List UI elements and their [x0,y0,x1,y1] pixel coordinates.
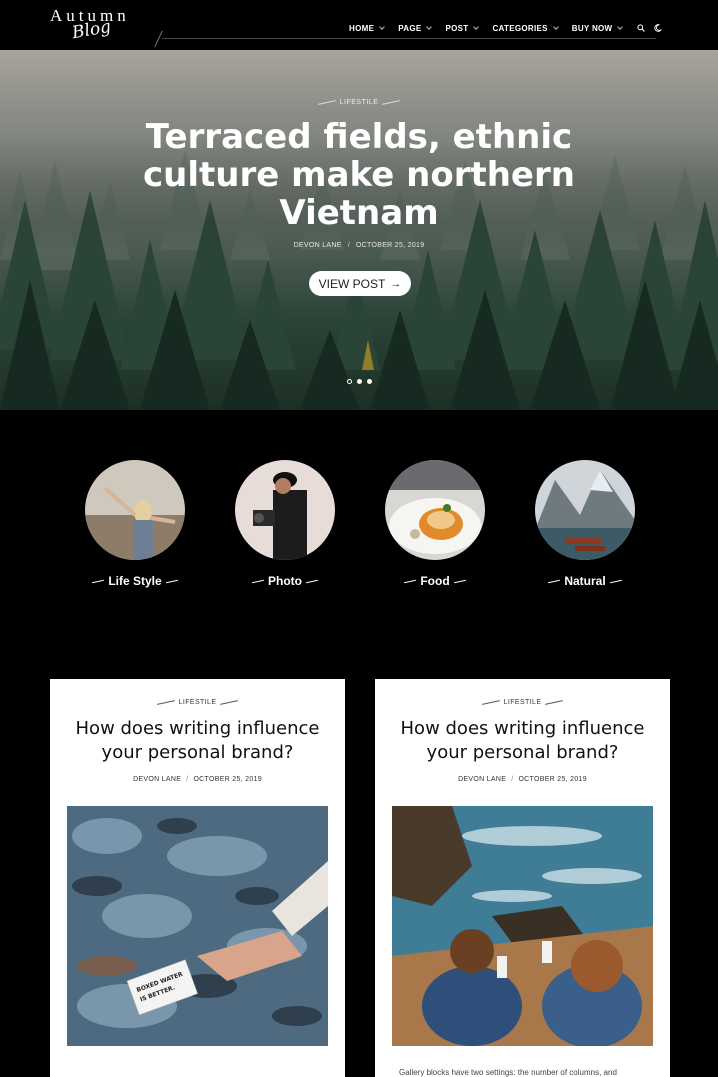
category-name: Food [420,574,450,588]
hero-meta: DEVON LANE / OCTOBER 25, 2019 [0,242,718,249]
meta-separator: / [186,776,189,783]
food-plate-photo [385,460,485,560]
dash-decoration [609,579,622,583]
category-name: Life Style [108,574,162,588]
slider-dots [347,379,377,384]
chevron-down-icon [379,23,386,30]
category-food[interactable]: Food [365,460,505,588]
category-natural[interactable]: Natural [515,460,655,588]
dash-decoration [404,579,417,583]
site-logo[interactable]: Autumn Blog [50,4,150,46]
dash-decoration [92,579,105,583]
category-food-label: Food [365,574,505,588]
post-card: LIFESTILE How does writing influence you… [50,679,345,1077]
dash-decoration [453,579,466,583]
chevron-down-icon [426,23,433,30]
post-card: LIFESTILE How does writing influence you… [375,679,670,1077]
category-photo-label: Photo [215,574,355,588]
post-category[interactable]: LIFESTILE [375,699,670,706]
post-date: OCTOBER 25, 2019 [193,776,262,783]
category-life-style-label: Life Style [65,574,205,588]
post-meta: DEVON LANE / OCTOBER 25, 2019 [375,776,670,783]
dash-decoration [156,700,175,705]
category-list: Life Style Photo Food Natural [0,460,718,600]
category-life-style[interactable]: Life Style [65,460,205,588]
lake-mountain-photo [535,460,635,560]
post-image-rocks-water[interactable]: BOXED WATER IS BETTER. [67,806,328,1046]
dash-decoration [252,579,264,583]
life-style-photo [85,460,185,560]
slider-dot-1[interactable] [347,379,352,384]
photographer-photo [235,460,335,560]
dash-decoration [317,100,336,105]
hero-slider: LIFESTILE Terraced fields, ethnic cultur… [0,50,718,410]
chevron-down-icon [552,23,559,30]
chevron-down-icon [617,23,624,30]
dash-decoration [481,700,500,705]
search-icon[interactable] [636,24,645,33]
post-category-label: LIFESTILE [503,699,542,706]
main-nav: HOME PAGE POST CATEGORIES BUY NOW [349,20,670,36]
nav-buy-now[interactable]: BUY NOW [571,23,624,33]
post-category-label: LIFESTILE [178,699,217,706]
dash-decoration [165,579,178,583]
hero-category-label: LIFESTILE [339,99,379,106]
meta-separator: / [347,242,350,249]
post-image-couple-cliff[interactable] [392,806,653,1046]
site-header: Autumn Blog HOME PAGE POST CATEGORIES BU… [0,0,718,50]
chevron-down-icon [473,23,480,30]
dash-decoration [220,700,239,705]
hero-date: OCTOBER 25, 2019 [355,242,425,249]
category-name: Natural [564,574,606,588]
category-name: Photo [268,574,302,588]
meta-separator: / [511,776,514,783]
post-category[interactable]: LIFESTILE [50,699,345,706]
post-author[interactable]: DEVON LANE [133,776,181,783]
post-excerpt: Gallery blocks have two settings: the nu… [399,1068,617,1077]
dash-decoration [306,579,318,583]
hero-category[interactable]: LIFESTILE [0,99,718,106]
post-title[interactable]: How does writing influence your personal… [385,717,660,765]
nav-post-label: POST [445,23,469,33]
moon-icon[interactable] [653,24,662,33]
view-post-label: VIEW POST [318,276,386,291]
nav-home-label: HOME [349,23,375,33]
nav-buy-now-label: BUY NOW [571,23,613,33]
view-post-button[interactable]: VIEW POST → [309,271,411,296]
category-photo[interactable]: Photo [215,460,355,588]
header-divider-slash [154,30,163,48]
post-author[interactable]: DEVON LANE [458,776,506,783]
dash-decoration [548,579,561,583]
header-divider-line [162,38,656,39]
post-meta: DEVON LANE / OCTOBER 25, 2019 [50,776,345,783]
slider-dot-2[interactable] [357,379,362,384]
slider-dot-3[interactable] [367,379,372,384]
arrow-right-icon: → [390,277,402,290]
dash-decoration [545,700,564,705]
nav-page-label: PAGE [398,23,422,33]
hero-title[interactable]: Terraced fields, ethnic culture make nor… [100,118,618,232]
category-natural-label: Natural [515,574,655,588]
nav-page[interactable]: PAGE [398,23,433,33]
post-title[interactable]: How does writing influence your personal… [60,717,335,765]
nav-home[interactable]: HOME [349,23,386,33]
post-date: OCTOBER 25, 2019 [518,776,587,783]
nav-post[interactable]: POST [445,23,480,33]
nav-categories[interactable]: CATEGORIES [492,23,559,33]
dash-decoration [382,100,401,105]
nav-categories-label: CATEGORIES [492,23,548,33]
hero-author[interactable]: DEVON LANE [294,242,342,249]
